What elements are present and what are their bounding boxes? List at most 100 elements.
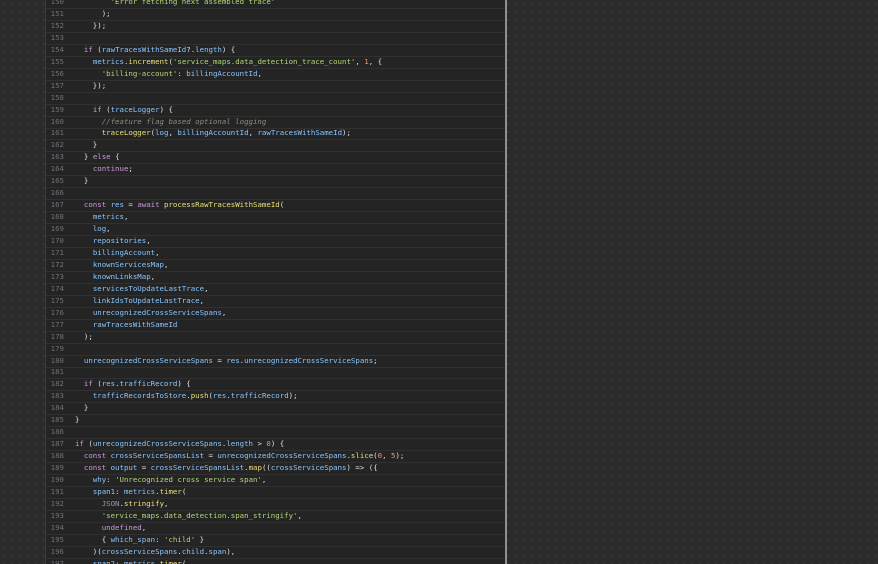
line-number: 183 [50, 391, 64, 401]
code-token: const [83, 463, 107, 473]
code-token: billingAccountId [177, 128, 249, 138]
code-token: , [199, 295, 205, 305]
code-token: : [155, 534, 165, 544]
code-token: if [83, 379, 93, 389]
line-number: 177 [50, 319, 64, 329]
code-token: , [297, 510, 302, 520]
line-number: 175 [50, 295, 64, 305]
line-number: 155 [50, 56, 64, 66]
code-token: ); [75, 8, 111, 18]
code-token: metrics [92, 56, 124, 66]
code-token: rawTracesWithSameId [257, 128, 343, 138]
code-token: = [212, 355, 227, 365]
code-token: if [83, 44, 93, 54]
code-text: unrecognizedCrossServiceSpans, [75, 307, 501, 319]
code-text: metrics, [75, 211, 501, 223]
code-editor[interactable]: 150 'Error fetching next assembled trace… [45, 0, 507, 564]
code-token: map [248, 463, 262, 473]
code-token: : [115, 558, 124, 564]
line-number: 152 [50, 20, 64, 30]
code-token: //feature flag based optional logging [75, 116, 267, 126]
line-number: 195 [50, 534, 64, 544]
code-token: length [226, 439, 254, 449]
code-text: undefined, [75, 522, 501, 534]
code-text: if (traceLogger) { [75, 104, 501, 116]
code-text: rawTracesWithSameId [75, 319, 501, 331]
code-token: : [106, 475, 116, 484]
code-token: ( [181, 486, 187, 496]
code-text: }); [75, 20, 501, 32]
line-number: 191 [50, 486, 64, 496]
code-token: child [181, 546, 205, 556]
code-token: } [195, 534, 205, 544]
code-token: res [212, 391, 227, 401]
line-number: 181 [50, 367, 64, 377]
code-token: billingAccount [92, 247, 156, 257]
code-text: const output = crossServiceSpansList.map… [75, 462, 501, 474]
code-token: log [92, 224, 107, 234]
code-token: , [146, 236, 151, 245]
code-token: } [75, 140, 98, 150]
line-number: 179 [50, 343, 64, 353]
code-token: ( [279, 200, 285, 210]
code-text: ); [75, 331, 501, 343]
code-token: billingAccountId [186, 68, 258, 78]
line-number: 197 [50, 558, 64, 564]
code-token: crossServiceSpans [270, 463, 347, 473]
code-token: }); [75, 80, 107, 90]
code-text: trafficRecordsToStore.push(res.trafficRe… [75, 390, 501, 402]
code-token: )( [75, 546, 102, 556]
code-token: ) => ({ [346, 463, 378, 473]
line-number: 178 [50, 331, 64, 341]
line-number: 160 [50, 116, 64, 126]
code-token: const [83, 200, 107, 210]
line-number: 151 [50, 8, 64, 18]
code-token: knownServicesMap [92, 259, 165, 269]
code-token: res [226, 355, 240, 365]
code-text: continue; [75, 163, 501, 175]
code-token: 'service_maps.data_detection_trace_count… [172, 56, 356, 66]
code-text: JSON.stringify, [75, 498, 501, 510]
code-text: knownServicesMap, [75, 259, 501, 271]
code-token: ); [342, 128, 351, 138]
code-text: traceLogger(log, billingAccountId, rawTr… [75, 127, 501, 139]
code-token: ), [226, 546, 236, 556]
code-token: timer [159, 486, 182, 496]
line-number: 159 [50, 104, 64, 114]
code-token: which_span [110, 534, 156, 544]
code-token: ); [395, 451, 405, 461]
line-number: 176 [50, 307, 64, 317]
code-token: ( [92, 44, 102, 54]
code-text: metrics.increment('service_maps.data_det… [75, 56, 501, 68]
code-token: , [221, 307, 227, 317]
code-token: 'Error fetching next assembled trace' [75, 0, 276, 6]
line-number: 162 [50, 140, 64, 150]
code-text: knownLinksMap, [75, 271, 501, 283]
code-token: ( [181, 558, 187, 564]
code-token: traceLogger [101, 128, 151, 138]
code-token: ); [75, 331, 93, 341]
line-number: 154 [50, 44, 64, 54]
code-token: unrecognizedCrossServiceSpans [83, 355, 213, 365]
code-text: )(crossServiceSpans.child.span), [75, 546, 501, 558]
line-number: 190 [50, 475, 64, 484]
code-line[interactable]: 197 span2: metrics.timer( [46, 558, 505, 564]
code-token: , [257, 68, 262, 78]
code-token: rawTracesWithSameId [101, 44, 187, 54]
line-number: 168 [50, 212, 64, 222]
code-text: 'service_maps.data_detection.span_string… [75, 510, 501, 522]
code-token: , [382, 451, 391, 461]
code-token: , { [368, 56, 383, 66]
code-text: span2: metrics.timer( [75, 558, 501, 564]
line-number: 157 [50, 80, 64, 90]
line-number: 165 [50, 176, 64, 186]
code-token: log [155, 128, 169, 138]
code-token: metrics [123, 558, 156, 564]
code-text: } [75, 175, 501, 187]
